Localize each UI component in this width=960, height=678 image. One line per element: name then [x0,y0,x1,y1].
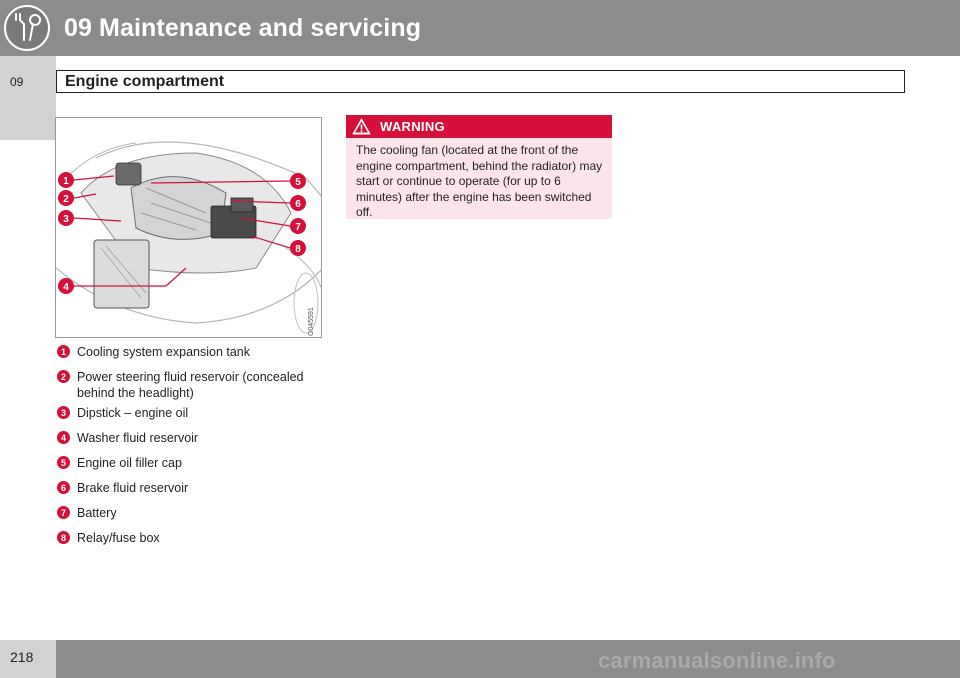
callout-7: 7 [290,218,306,234]
watermark-text: carmanualsonline.info [598,648,836,673]
number-badge-icon: 2 [57,370,70,383]
svg-text:1: 1 [63,176,69,187]
svg-text:7: 7 [295,222,301,233]
callout-6: 6 [290,195,306,211]
callout-4: 4 [58,278,74,294]
warning-title: WARNING [380,119,445,134]
svg-text:4: 4 [63,282,69,293]
svg-text:2: 2 [63,194,69,205]
svg-text:6: 6 [295,199,301,210]
callout-5: 5 [290,173,306,189]
number-badge-icon: 4 [57,431,70,444]
legend-label: Cooling system expansion tank [77,345,251,359]
callout-2: 2 [58,190,74,206]
wrench-screwdriver-icon [4,5,50,51]
number-badge-icon: 8 [57,531,70,544]
engine-drawing: 1 2 3 4 5 6 7 8 G045591 [56,141,321,336]
legend-label: Battery [77,506,117,520]
legend-label: Brake fluid reservoir [77,481,189,495]
number-badge-icon: 7 [57,506,70,519]
callout-8: 8 [290,240,306,256]
legend-label: Engine oil filler cap [77,456,182,470]
section-heading-box: Engine compartment [56,70,905,93]
number-badge-icon: 3 [57,406,70,419]
chapter-number: 09 [10,75,24,89]
section-title: Engine compartment [65,73,225,90]
legend-label: Relay/fuse box [77,531,160,545]
warning-triangle-icon [352,118,371,135]
svg-text:8: 8 [295,244,301,255]
number-badge-icon: 5 [57,456,70,469]
number-badge-icon: 1 [57,345,70,358]
svg-text:7: 7 [61,508,66,518]
legend-label: Washer fluid reservoir [77,431,199,445]
svg-text:6: 6 [61,483,66,493]
warning-text: The cooling fan (located at the front of… [356,143,603,219]
svg-text:5: 5 [61,458,66,468]
svg-text:8: 8 [61,533,66,543]
svg-text:4: 4 [61,433,66,443]
chapter-title: 09 Maintenance and servicing [64,14,422,42]
page-number: 218 [10,649,34,665]
legend-label: Power steering fluid reservoir (conceale… [77,370,304,400]
chapter-side-tab [0,56,56,140]
engine-compartment-illustration: 1 2 3 4 5 6 7 8 G045591 [55,117,322,338]
svg-text:3: 3 [61,408,66,418]
callout-3: 3 [58,210,74,226]
warning-header: WARNING [346,115,612,138]
illustration-code: G045591 [308,307,315,336]
number-badge-icon: 6 [57,481,70,494]
svg-text:2: 2 [61,372,66,382]
svg-text:3: 3 [63,214,69,225]
warning-box: WARNING The cooling fan (located at the … [346,115,612,219]
callout-1: 1 [58,172,74,188]
legend-label: Dipstick – engine oil [77,406,189,420]
svg-text:5: 5 [295,177,301,188]
svg-text:1: 1 [61,347,66,357]
